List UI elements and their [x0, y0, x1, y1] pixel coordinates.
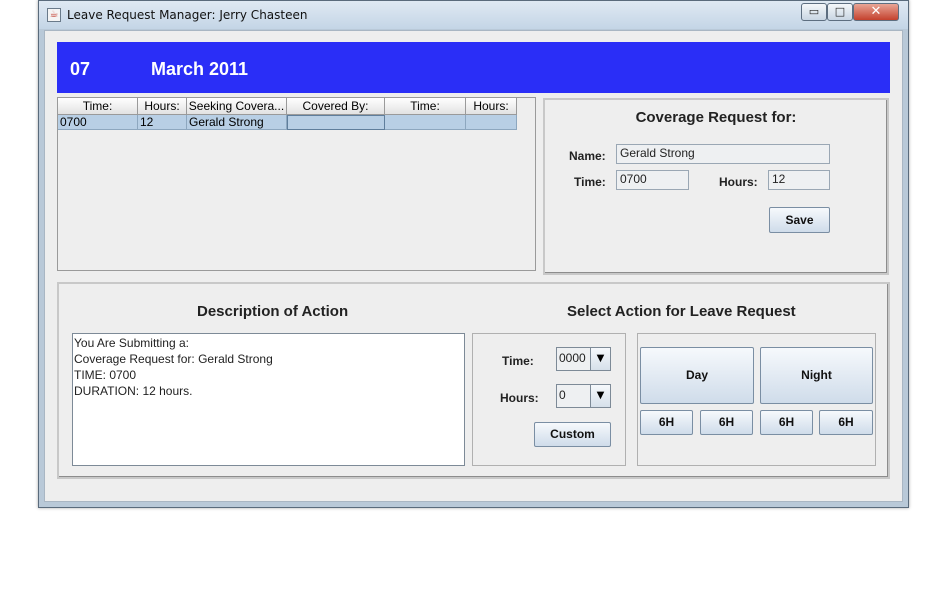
cell-covered-by[interactable]	[287, 115, 385, 130]
cell-hours[interactable]: 12	[138, 115, 187, 130]
cell-time-2[interactable]	[385, 115, 466, 130]
column-header-covered-by[interactable]: Covered By:	[287, 98, 385, 115]
time-label: Time:	[574, 175, 606, 189]
time-hours-panel: Time: 0000 ▼ Hours: 0 ▼ Custom	[472, 333, 626, 466]
hours-field[interactable]: 12	[768, 170, 830, 190]
cell-time[interactable]: 0700	[58, 115, 138, 130]
table-header: Time: Hours: Seeking Covera... Covered B…	[58, 98, 517, 115]
column-header-seeking-coverage[interactable]: Seeking Covera...	[187, 98, 287, 115]
description-line: DURATION: 12 hours.	[74, 384, 193, 398]
save-button[interactable]: Save	[769, 207, 830, 233]
description-line: Coverage Request for: Gerald Strong	[74, 352, 273, 366]
header-day: 07	[70, 59, 91, 79]
night-button[interactable]: Night	[760, 347, 873, 404]
shift-buttons-panel: Day Night 6H 6H 6H 6H	[637, 333, 876, 466]
night-6h-button-1[interactable]: 6H	[760, 410, 813, 435]
app-window: ☕ Leave Request Manager: Jerry Chasteen …	[38, 0, 909, 508]
header-month-year: March 2011	[151, 59, 249, 79]
chevron-down-icon[interactable]: ▼	[590, 348, 610, 370]
column-header-time-2[interactable]: Time:	[385, 98, 466, 115]
day-button[interactable]: Day	[640, 347, 754, 404]
time-combo-value: 0000	[557, 348, 590, 370]
description-line: You Are Submitting a:	[74, 336, 189, 350]
description-text-area[interactable]: You Are Submitting a: Coverage Request f…	[72, 333, 465, 466]
action-hours-label: Hours:	[500, 391, 539, 405]
minimize-button[interactable]: ▭	[801, 3, 827, 21]
maximize-button[interactable]: □	[827, 3, 853, 21]
time-combo[interactable]: 0000 ▼	[556, 347, 611, 371]
chevron-down-icon[interactable]: ▼	[590, 385, 610, 407]
coverage-panel-title: Coverage Request for:	[635, 109, 797, 126]
cell-hours-2[interactable]	[466, 115, 517, 130]
table-row[interactable]: 0700 12 Gerald Strong	[58, 115, 517, 130]
action-title: Select Action for Leave Request	[567, 303, 796, 320]
column-header-hours-2[interactable]: Hours:	[466, 98, 517, 115]
hours-label: Hours:	[719, 175, 758, 189]
java-app-icon: ☕	[47, 8, 61, 22]
description-line: TIME: 0700	[74, 368, 137, 382]
request-table[interactable]: Time: Hours: Seeking Covera... Covered B…	[57, 97, 536, 271]
hours-combo[interactable]: 0 ▼	[556, 384, 611, 408]
name-field[interactable]: Gerald Strong	[616, 144, 830, 164]
date-header: 07 March 2011	[57, 42, 890, 93]
column-header-time[interactable]: Time:	[58, 98, 138, 115]
description-title: Description of Action	[197, 303, 349, 320]
day-6h-button-1[interactable]: 6H	[640, 410, 693, 435]
cell-seeking-coverage[interactable]: Gerald Strong	[187, 115, 287, 130]
action-panel: Description of Action Select Action for …	[57, 282, 890, 479]
client-area: 07 March 2011 Time: Hours: Seeking Cover…	[44, 30, 903, 502]
night-6h-button-2[interactable]: 6H	[819, 410, 873, 435]
day-6h-button-2[interactable]: 6H	[700, 410, 753, 435]
window-title: Leave Request Manager: Jerry Chasteen	[67, 8, 308, 22]
time-field[interactable]: 0700	[616, 170, 689, 190]
hours-combo-value: 0	[557, 385, 590, 407]
action-time-label: Time:	[502, 354, 534, 368]
column-header-hours[interactable]: Hours:	[138, 98, 187, 115]
coverage-request-panel: Coverage Request for: Name: Gerald Stron…	[543, 98, 889, 275]
name-label: Name:	[569, 149, 606, 163]
custom-button[interactable]: Custom	[534, 422, 611, 447]
title-bar[interactable]: ☕ Leave Request Manager: Jerry Chasteen …	[39, 1, 908, 29]
close-button[interactable]: ✕	[853, 3, 899, 21]
